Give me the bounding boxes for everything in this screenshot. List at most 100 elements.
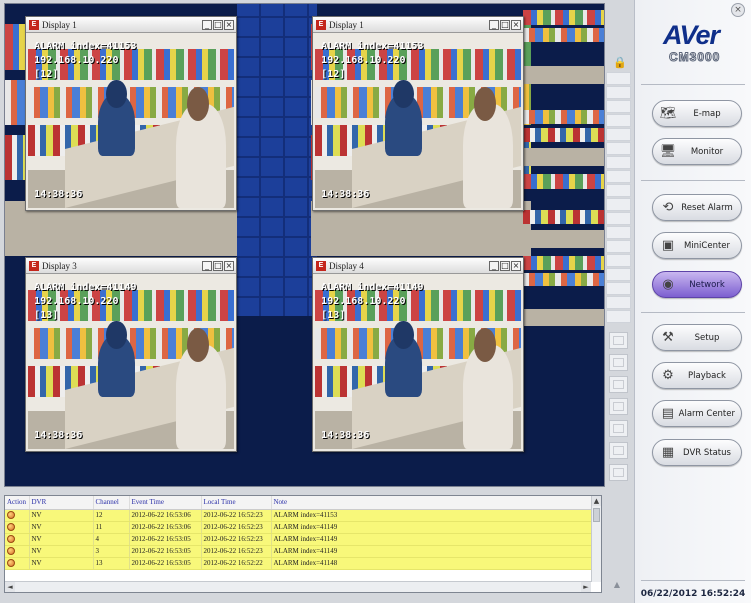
channel-cell[interactable] <box>606 198 631 211</box>
background-camera-tile[interactable] <box>523 4 604 84</box>
monitor-button[interactable]: 🖥 Monitor <box>652 138 742 165</box>
table-row[interactable]: NV 12 2012-06-22 16:53:06 2012-06-22 16:… <box>5 509 594 522</box>
layout-25-button[interactable] <box>609 420 628 437</box>
minimize-button[interactable]: _ <box>202 260 212 271</box>
table-row[interactable]: NV 13 2012-06-22 16:53:05 2012-06-22 16:… <box>5 557 594 570</box>
table-row[interactable]: NV 11 2012-06-22 16:53:06 2012-06-22 16:… <box>5 521 594 534</box>
column-header-event-time[interactable]: Event Time <box>129 496 202 510</box>
channel-cell[interactable] <box>606 100 631 113</box>
osd-time-text: 14:38:36 <box>34 189 83 200</box>
horizontal-scrollbar[interactable]: ◄ ► <box>5 581 591 592</box>
display-window-4[interactable]: E Display 4 _ □ × ALARM index=41149 192.… <box>312 257 524 452</box>
channel-cell[interactable] <box>606 212 631 225</box>
channel-cell[interactable] <box>606 184 631 197</box>
playback-button[interactable]: ⚙ Playback <box>652 362 742 389</box>
setup-button[interactable]: ⚒ Setup <box>652 324 742 351</box>
minimize-button[interactable]: _ <box>489 19 499 30</box>
layout-1-button[interactable] <box>609 332 628 349</box>
display-titlebar[interactable]: E Display 1 _ □ × <box>313 17 523 33</box>
emap-button[interactable]: 🗺 E-map <box>652 100 742 127</box>
camera-video-feed[interactable]: ALARM index=41149 192.168.10.220 [13] 14… <box>315 276 521 449</box>
minimize-button[interactable]: _ <box>202 19 212 30</box>
layout-16-button[interactable] <box>609 398 628 415</box>
maximize-button[interactable]: □ <box>213 260 223 271</box>
channel-cell[interactable] <box>606 114 631 127</box>
network-button[interactable]: ◉ Network <box>652 271 742 298</box>
table-row[interactable]: NV 4 2012-06-22 16:53:05 2012-06-22 16:5… <box>5 533 594 546</box>
channel-cell[interactable] <box>606 296 631 309</box>
camera-video-feed[interactable]: ALARM index=41153 192.168.10.220 [12] 14… <box>315 35 521 208</box>
display-titlebar[interactable]: E Display 4 _ □ × <box>313 258 523 274</box>
vertical-scrollbar[interactable]: ▲ <box>591 496 601 582</box>
channel-cell[interactable] <box>606 170 631 183</box>
scroll-thumb[interactable] <box>593 508 600 522</box>
app-close-button[interactable]: × <box>731 3 745 17</box>
minimize-button[interactable]: _ <box>489 260 499 271</box>
background-camera-tile[interactable] <box>523 250 604 326</box>
close-button[interactable]: × <box>224 19 234 30</box>
channel-cell[interactable] <box>606 240 631 253</box>
column-header-channel[interactable]: Channel <box>93 496 130 510</box>
display-titlebar[interactable]: E Display 3 _ □ × <box>26 258 236 274</box>
layout-9-button[interactable] <box>609 376 628 393</box>
background-camera-tile[interactable] <box>237 256 317 316</box>
column-header-local-time[interactable]: Local Time <box>201 496 272 510</box>
dvr-status-button[interactable]: ▦ DVR Status <box>652 439 742 466</box>
column-header-dvr[interactable]: DVR <box>29 496 94 510</box>
column-header-action[interactable]: Action <box>5 496 30 510</box>
display-titlebar[interactable]: E Display 1 _ □ × <box>26 17 236 33</box>
action-cell[interactable] <box>5 545 30 558</box>
channel-cell[interactable] <box>606 86 631 99</box>
close-button[interactable]: × <box>224 260 234 271</box>
alarm-status-icon[interactable] <box>7 559 15 568</box>
alarm-status-icon[interactable] <box>7 547 15 556</box>
channel-cell[interactable] <box>606 226 631 239</box>
layout-full-button[interactable] <box>609 464 628 481</box>
channel-cell[interactable] <box>606 282 631 295</box>
camera-video-feed[interactable]: ALARM index=41153 192.168.10.220 [12] 14… <box>28 35 234 208</box>
channel-cell[interactable] <box>606 142 631 155</box>
alarm-center-button[interactable]: ▤ Alarm Center <box>652 400 742 427</box>
right-control-panel: × AVer CM3000 🗺 E-map 🖥 Monitor ⟲ Reset … <box>634 0 751 603</box>
channel-cell[interactable] <box>606 310 631 323</box>
product-name: CM3000 <box>668 50 721 65</box>
display-window-3[interactable]: E Display 3 _ □ × ALARM index=41149 192.… <box>25 257 237 452</box>
alarm-status-icon[interactable] <box>7 523 15 532</box>
alarm-status-icon[interactable] <box>7 511 15 520</box>
camera-video-feed[interactable]: ALARM index=41149 192.168.10.220 [13] 14… <box>28 276 234 449</box>
scroll-left-arrow-icon[interactable]: ◄ <box>5 582 15 592</box>
action-cell[interactable] <box>5 533 30 546</box>
channel-cell[interactable] <box>606 72 631 85</box>
dvr-cell: NV <box>29 521 94 534</box>
table-row[interactable]: NV 3 2012-06-22 16:53:05 2012-06-22 16:5… <box>5 545 594 558</box>
action-cell[interactable] <box>5 509 30 522</box>
close-button[interactable]: × <box>511 19 521 30</box>
layout-36-button[interactable] <box>609 442 628 459</box>
scroll-right-arrow-icon[interactable]: ► <box>581 582 591 592</box>
column-header-note[interactable]: Note <box>271 496 594 510</box>
reset-alarm-button[interactable]: ⟲ Reset Alarm <box>652 194 742 221</box>
maximize-button[interactable]: □ <box>500 260 510 271</box>
scroll-up-arrow-icon[interactable]: ▲ <box>592 496 601 506</box>
background-camera-tile[interactable] <box>523 86 604 166</box>
action-cell[interactable] <box>5 557 30 570</box>
channel-cell[interactable] <box>606 268 631 281</box>
maximize-button[interactable]: □ <box>213 19 223 30</box>
dvr-cell: NV <box>29 557 94 570</box>
display-window-1[interactable]: E Display 1 _ □ × ALARM index=41153 192.… <box>25 16 237 211</box>
background-camera-tile[interactable] <box>237 4 317 256</box>
minicenter-button[interactable]: ▣ MiniCenter <box>652 232 742 259</box>
action-cell[interactable] <box>5 521 30 534</box>
channel-cell[interactable] <box>606 128 631 141</box>
layout-4-button[interactable] <box>609 354 628 371</box>
channel-cell[interactable] <box>606 254 631 267</box>
alarm-status-icon[interactable] <box>7 535 15 544</box>
display-app-icon: E <box>316 260 326 271</box>
display-window-2[interactable]: E Display 1 _ □ × ALARM index=41153 192.… <box>312 16 524 211</box>
background-camera-tile[interactable] <box>523 168 604 248</box>
collapse-arrow-icon[interactable]: ▲ <box>609 580 625 590</box>
close-button[interactable]: × <box>511 260 521 271</box>
maximize-button[interactable]: □ <box>500 19 510 30</box>
aver-logo: AVer <box>663 20 720 50</box>
channel-cell[interactable] <box>606 156 631 169</box>
